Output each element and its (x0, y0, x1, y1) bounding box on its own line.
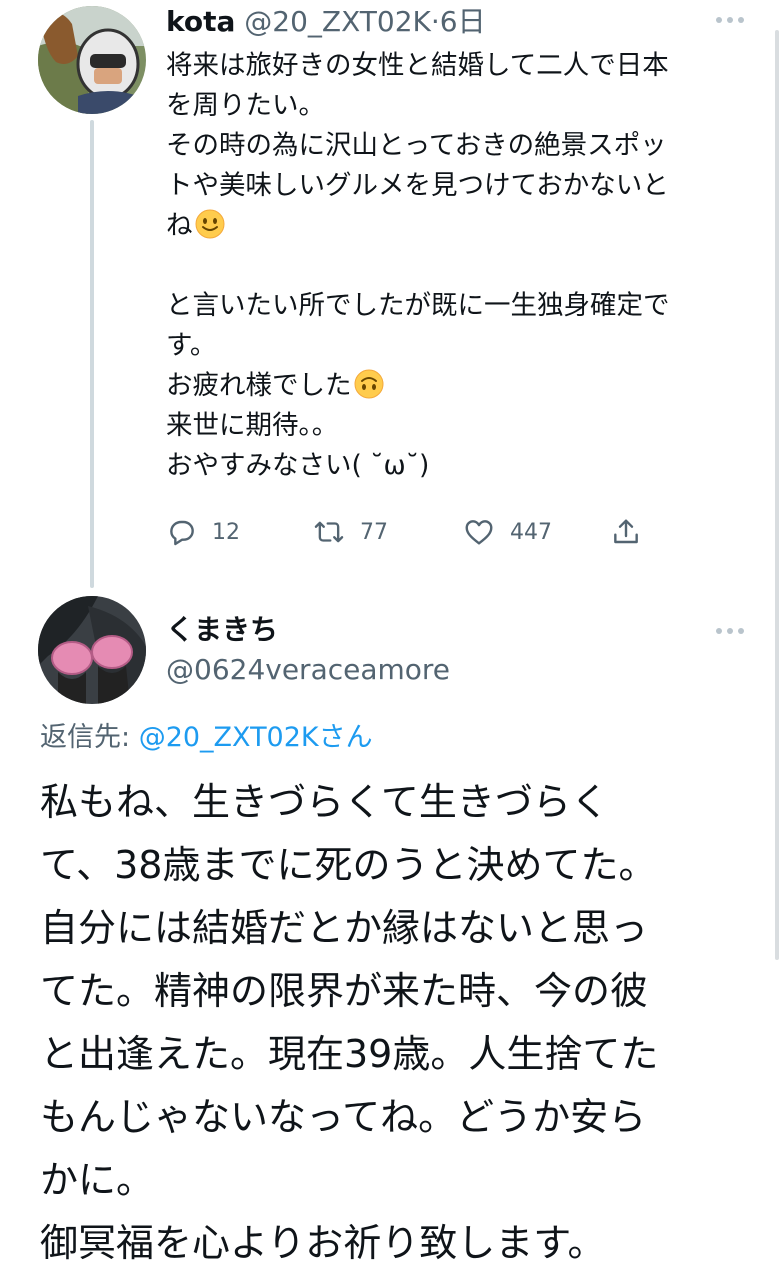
display-name[interactable]: kota (166, 5, 235, 38)
more-dots-icon[interactable] (716, 17, 744, 23)
more-dots-icon[interactable] (716, 628, 744, 634)
tweet-line: 来世に期待。。 (166, 410, 339, 441)
user-handle[interactable]: @0624veraceamore (166, 650, 450, 690)
reply-context: 返信先: @20_ZXT02Kさん (40, 718, 373, 758)
tweet-line: トや美味しいグルメを見つけておかないと (166, 170, 669, 201)
tweet-line: 自分には結婚だとか縁はないと思っ (40, 906, 649, 950)
tweet-line: を周りたい。 (166, 90, 325, 121)
tweet-line: かに。 (40, 1158, 155, 1202)
avatar[interactable] (38, 596, 146, 704)
share-upload-icon (610, 516, 642, 548)
tweet-line: て、38歳までに死のうと決めてた。 (40, 843, 657, 887)
smiling-face-emoji (195, 209, 225, 239)
tweet-line: ね (166, 210, 193, 241)
tweet-line-with-emoji: ね (166, 206, 751, 246)
tweet-header: kota @20_ZXT02K·6日 (166, 2, 486, 42)
reply-prefix: 返信先: (40, 722, 139, 753)
tweet-line: てた。精神の限界が来た時、今の彼 (40, 969, 649, 1013)
share-button[interactable] (610, 510, 642, 554)
display-name[interactable]: くまきち (166, 610, 278, 650)
retweet-button[interactable]: 77 (312, 510, 388, 554)
tweet-line: す。 (166, 330, 217, 361)
tweet-line: 将来は旅好きの女性と結婚して二人で日本 (166, 50, 669, 81)
like-count: 447 (510, 519, 552, 545)
tweet-line-with-emoji: お疲れ様でした (166, 366, 751, 406)
like-button[interactable]: 447 (462, 510, 552, 554)
scrollbar[interactable] (775, 30, 779, 960)
reply-target-link[interactable]: @20_ZXT02Kさん (139, 722, 373, 753)
avatar[interactable] (38, 6, 146, 114)
tweet-line: おやすみなさい( ˘ω˘) (166, 450, 430, 481)
comment-bubble-icon (166, 516, 198, 548)
tweet-line: もんじゃないなってね。どうか安ら (40, 1095, 647, 1139)
reply-button[interactable]: 12 (166, 510, 240, 554)
retweet-arrows-icon (312, 516, 346, 548)
separator-dot: · (430, 5, 440, 38)
tweet-line: 私もね、生きづらくて生きづらく (40, 780, 609, 824)
tweet-time[interactable]: 6日 (440, 5, 486, 38)
tweet-line: と出逢えた。現在39歳。人生捨てた (40, 1032, 659, 1076)
tweet-line: その時の為に沢山とっておきの絶景スポッ (166, 130, 667, 161)
heart-icon (462, 516, 496, 548)
tweet-text: 将来は旅好きの女性と結婚して二人で日本 を周りたい。 その時の為に沢山とっておき… (166, 46, 751, 486)
tweet-line: ​ (166, 246, 751, 286)
retweet-count: 77 (360, 519, 388, 545)
upside-down-face-emoji (354, 369, 384, 399)
thread-connector-line (90, 120, 94, 588)
reply-count: 12 (212, 519, 240, 545)
tweet-line: お疲れ様でした (166, 370, 352, 401)
user-handle[interactable]: @20_ZXT02K (244, 5, 431, 38)
tweet-actions: 12 77 447 (166, 510, 656, 554)
tweet-line: 御冥福を心よりお祈り致します。 (40, 1221, 606, 1265)
tweet-text: 私もね、生きづらくて生きづらく て、38歳までに死のうと決めてた。 自分には結婚… (40, 771, 740, 1275)
tweet-line: と言いたい所でしたが既に一生独身確定で (166, 290, 670, 321)
